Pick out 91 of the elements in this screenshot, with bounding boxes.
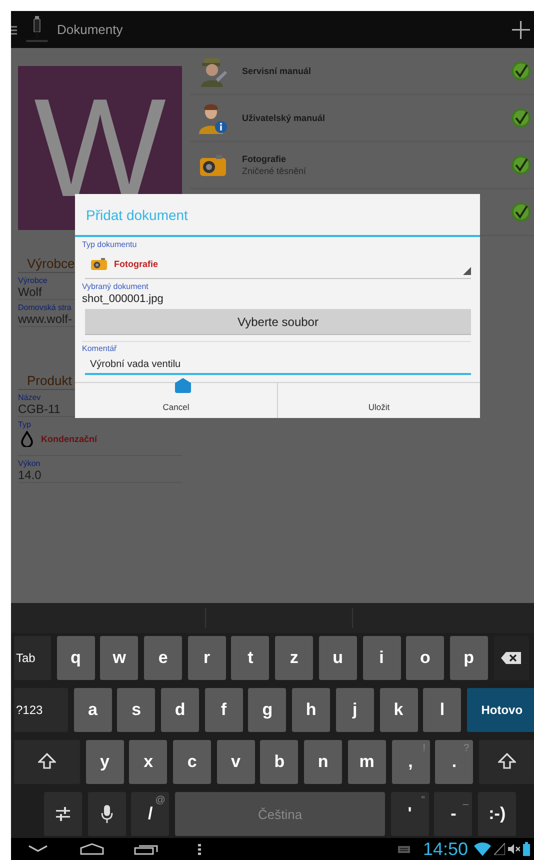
keyboard-key[interactable]	[88, 792, 126, 836]
shift-icon	[38, 753, 56, 771]
keyboard-key[interactable]: p	[450, 636, 488, 680]
key-hint: @	[155, 795, 166, 806]
keyboard-key[interactable]: h	[292, 688, 330, 732]
field-label: Domovská stra	[18, 303, 72, 312]
keyboard-key[interactable]: f	[204, 688, 243, 732]
dropdown-corner-icon	[463, 267, 471, 275]
keyboard-key[interactable]: b	[260, 740, 298, 784]
dialog-button[interactable]: Uložit	[277, 383, 480, 418]
document-type-dropdown[interactable]: Fotografie	[85, 249, 471, 279]
choose-file-button[interactable]: Vyberte soubor	[85, 309, 471, 335]
recent-apps-icon[interactable]	[134, 843, 158, 855]
field-label: Výkon	[18, 459, 40, 468]
keyboard-key[interactable]: v	[216, 740, 255, 784]
keyboard-key[interactable]: j	[336, 688, 374, 732]
keyboard-key[interactable]: c	[173, 740, 212, 784]
keyboard-key[interactable]	[14, 740, 80, 784]
field-label: Vybraný dokument	[82, 282, 150, 291]
keyboard-key[interactable]: m	[348, 740, 386, 784]
comment-field[interactable]: Výrobní vada ventilu	[85, 356, 471, 375]
field-value: Wolf	[18, 285, 42, 299]
menu-icon[interactable]	[11, 24, 17, 34]
keyboard-key[interactable]: . ?	[435, 740, 474, 784]
keyboard-key[interactable]	[478, 740, 534, 784]
field-label: Komentář	[82, 341, 471, 353]
keyboard-key[interactable]: l	[423, 688, 462, 732]
keyboard-key[interactable]	[44, 792, 82, 836]
signal-icon	[494, 843, 505, 855]
keyboard-key[interactable]: d	[161, 688, 200, 732]
home-icon[interactable]	[80, 843, 104, 855]
keyboard-key[interactable]: e	[144, 636, 182, 680]
field-value: www.wolf-	[18, 312, 72, 326]
keyboard-key[interactable]: w	[100, 636, 138, 680]
field-label: Typ	[18, 420, 31, 429]
key-hint: "	[421, 795, 425, 806]
text-cursor-handle[interactable]	[175, 378, 191, 393]
mute-icon	[508, 844, 520, 854]
keyboard-key[interactable]: k	[380, 688, 418, 732]
shift-icon	[498, 753, 516, 771]
worker-icon	[198, 55, 228, 87]
keyboard-key[interactable]: u	[318, 636, 357, 680]
key-hint: !	[422, 743, 426, 754]
backspace-icon	[500, 651, 522, 665]
keyboard-key[interactable]: a	[74, 688, 112, 732]
document-title: Uživatelský manuál	[242, 113, 326, 123]
camera-icon	[90, 256, 108, 270]
file-name: shot_000001.jpg	[82, 293, 164, 305]
key-hint: _	[462, 795, 468, 806]
keyboard-key[interactable]: q	[56, 636, 95, 680]
key-hint: ?	[464, 743, 470, 754]
microphone-icon	[100, 805, 113, 823]
keyboard-key[interactable]: o	[406, 636, 444, 680]
keyboard-key[interactable]: :-)	[478, 792, 516, 836]
keyboard-key[interactable]: ' "	[390, 792, 429, 836]
app-title: Dokumenty	[57, 22, 124, 37]
field-value: 14.0	[18, 468, 42, 482]
keyboard-key[interactable]: Tab	[14, 636, 51, 680]
clock: 14:50	[422, 839, 468, 859]
keyboard-icon	[398, 846, 410, 852]
wifi-icon	[474, 842, 491, 856]
keyboard-key[interactable]: t	[231, 636, 270, 680]
hide-keyboard-icon[interactable]	[28, 845, 48, 853]
field-value: CGB-11	[18, 402, 60, 416]
keyboard-key[interactable]: y	[86, 740, 124, 784]
overflow-menu-icon[interactable]	[198, 844, 201, 854]
keyboard-key[interactable]: Hotovo	[466, 688, 534, 732]
dialog-title: Přidat dokument	[75, 194, 480, 237]
keyboard-key[interactable]: ?123	[14, 688, 68, 732]
settings-icon	[56, 807, 70, 821]
keyboard-key[interactable]: z	[275, 636, 314, 680]
keyboard-key[interactable]: i	[362, 636, 400, 680]
keyboard-key[interactable]: / @	[131, 792, 170, 836]
battery-icon	[523, 842, 530, 856]
field-label: Název	[18, 393, 41, 402]
keyboard-key[interactable]	[494, 636, 529, 680]
document-title: Fotografie	[242, 154, 287, 164]
document-title: Servisní manuál	[242, 66, 312, 76]
keyboard-key[interactable]: s	[117, 688, 156, 732]
keyboard-key[interactable]: x	[129, 740, 168, 784]
keyboard-key[interactable]: n	[304, 740, 342, 784]
field-label: Výrobce	[18, 276, 48, 285]
keyboard-key[interactable]: r	[188, 636, 226, 680]
type-value: Kondenzační	[41, 434, 98, 444]
field-label: Typ dokumentu	[82, 240, 138, 249]
drop-icon	[21, 431, 33, 447]
add-icon[interactable]	[512, 20, 530, 38]
keyboard-key[interactable]: , !	[392, 740, 430, 784]
keyboard-key[interactable]: - _	[434, 792, 472, 836]
user-info-icon	[198, 102, 228, 134]
keyboard-key[interactable]: g	[248, 688, 286, 732]
